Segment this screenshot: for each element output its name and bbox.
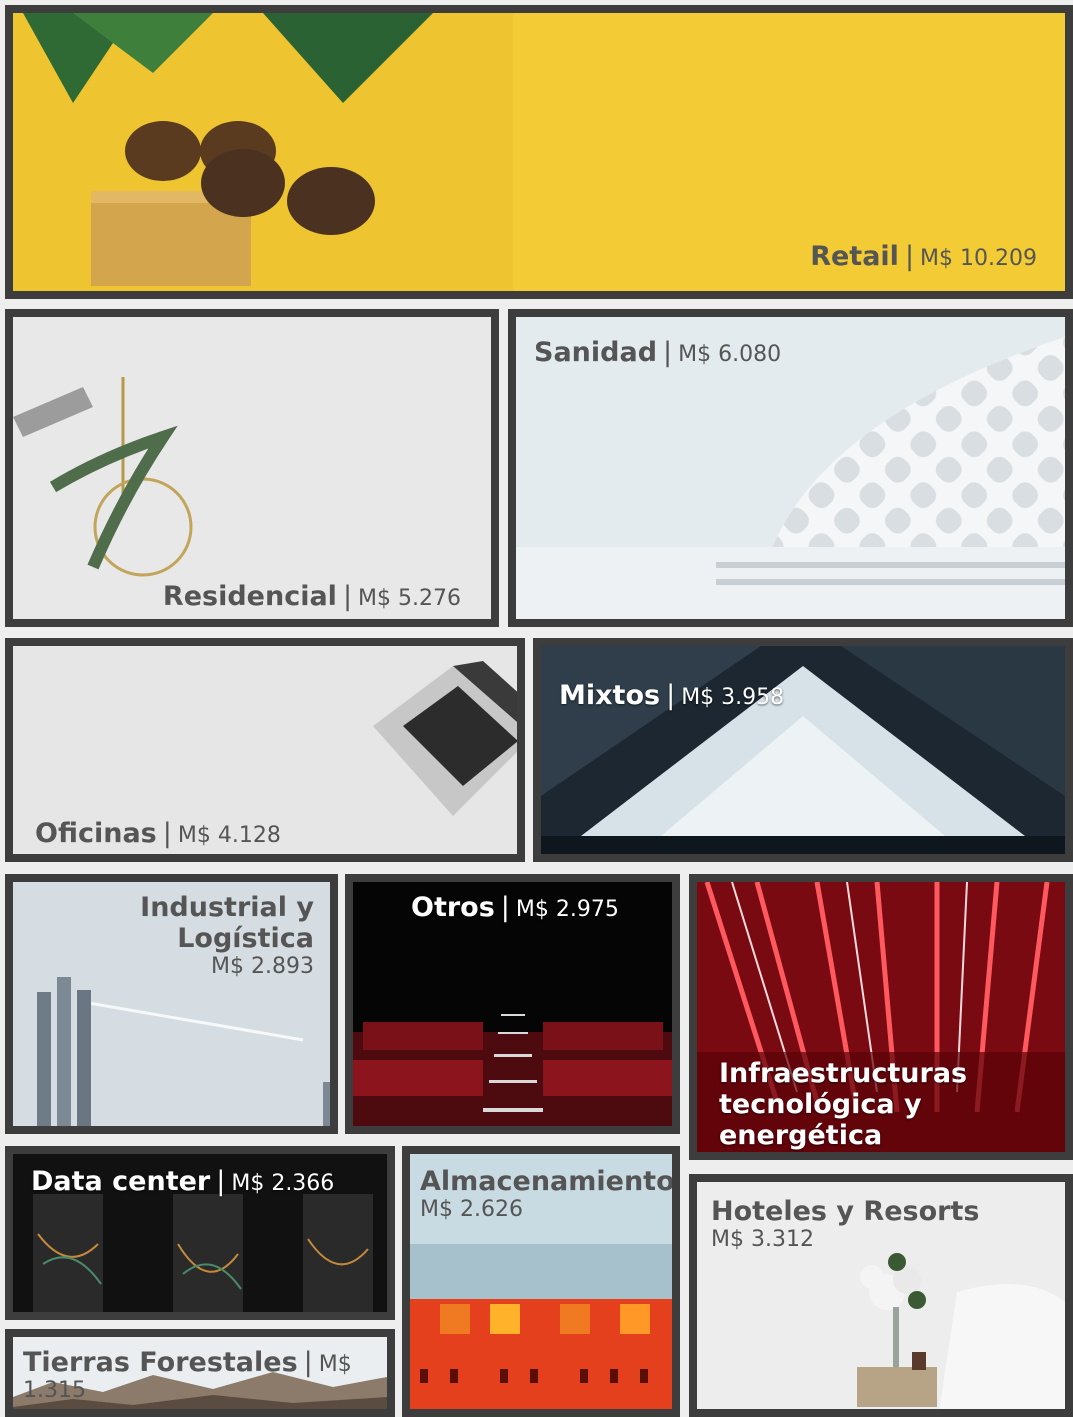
- tile-sanidad-value: M$ 6.080: [678, 342, 782, 367]
- tile-retail-name: Retail: [810, 241, 899, 272]
- tile-hoteles-resorts-caption: Hoteles y Resorts M$ 3.312: [711, 1196, 979, 1252]
- tile-mixtos-caption: Mixtos | M$ 3.958: [559, 680, 785, 711]
- tile-almacenamiento-name: Almacenamiento: [420, 1166, 675, 1197]
- tile-retail[interactable]: Retail | M$ 10.209: [5, 5, 1073, 299]
- tile-industrial-logistica[interactable]: Industrial y Logística M$ 2.893: [5, 874, 338, 1134]
- tile-hoteles-resorts-value: M$ 3.312: [711, 1227, 814, 1253]
- tile-oficinas[interactable]: Oficinas | M$ 4.128: [5, 638, 525, 862]
- tile-almacenamiento[interactable]: Almacenamiento M$ 2.626: [402, 1146, 680, 1417]
- tile-oficinas-caption: Oficinas | M$ 4.128: [35, 818, 281, 849]
- tile-data-center-value: M$ 2.366: [231, 1171, 335, 1196]
- tile-sanidad-name: Sanidad: [534, 337, 658, 368]
- tile-almacenamiento-caption: Almacenamiento M$ 2.626: [420, 1166, 675, 1223]
- tile-infraestructuras-value: M$ 3.794: [719, 1151, 1065, 1152]
- tile-infraestructuras-name-line2: tecnológica y energética: [719, 1089, 922, 1152]
- tile-otros-caption: Otros | M$ 2.975: [411, 892, 619, 923]
- tile-retail-caption: Retail | M$ 10.209: [810, 241, 1037, 272]
- tile-hoteles-resorts-name: Hoteles y Resorts: [711, 1196, 980, 1227]
- tile-oficinas-value: M$ 4.128: [177, 823, 281, 848]
- tile-almacenamiento-value: M$ 2.626: [420, 1197, 523, 1223]
- tile-residencial-caption: Residencial | M$ 5.276: [162, 581, 461, 612]
- tile-tierras-forestales[interactable]: Tierras Forestales | M$ 1.315: [5, 1329, 395, 1417]
- tile-residencial-name: Residencial: [162, 581, 337, 612]
- tile-tierras-forestales-name: Tierras Forestales: [23, 1347, 298, 1378]
- tile-data-center-name: Data center: [31, 1166, 211, 1197]
- tile-hoteles-resorts[interactable]: Hoteles y Resorts M$ 3.312: [689, 1174, 1073, 1417]
- tile-retail-value: M$ 10.209: [920, 246, 1037, 271]
- tile-infraestructuras-caption: Infraestructuras tecnológica y energétic…: [719, 1058, 1065, 1152]
- wreath-photo-icon: [13, 317, 491, 619]
- skyscraper-photo-icon: [541, 646, 1065, 854]
- tile-residencial-value: M$ 5.276: [358, 586, 461, 611]
- tile-industrial-logistica-name: Industrial y Logística: [140, 892, 314, 955]
- tile-otros-name: Otros: [411, 892, 495, 923]
- tile-otros[interactable]: Otros | M$ 2.975: [345, 874, 680, 1134]
- tile-mixtos-value: M$ 3.958: [681, 685, 785, 710]
- tile-residencial[interactable]: Residencial | M$ 5.276: [5, 309, 499, 627]
- tile-mixtos[interactable]: Mixtos | M$ 3.958: [533, 638, 1073, 862]
- tile-tierras-forestales-caption: Tierras Forestales | M$ 1.315: [23, 1347, 352, 1404]
- tile-oficinas-name: Oficinas: [35, 818, 157, 849]
- tile-mixtos-name: Mixtos: [559, 680, 661, 711]
- tile-sanidad-caption: Sanidad | M$ 6.080: [534, 337, 782, 368]
- tile-industrial-logistica-value: M$ 2.893: [211, 954, 314, 980]
- tile-infraestructuras[interactable]: Infraestructuras tecnológica y energétic…: [689, 874, 1073, 1160]
- tile-data-center[interactable]: Data center | M$ 2.366: [5, 1146, 395, 1320]
- tile-data-center-caption: Data center | M$ 2.366: [31, 1166, 335, 1197]
- tile-infraestructuras-name-line1: Infraestructuras: [719, 1058, 968, 1089]
- tile-industrial-logistica-caption: Industrial y Logística M$ 2.893: [13, 892, 314, 979]
- tile-sanidad[interactable]: Sanidad | M$ 6.080: [508, 309, 1073, 627]
- tile-otros-value: M$ 2.975: [515, 897, 619, 922]
